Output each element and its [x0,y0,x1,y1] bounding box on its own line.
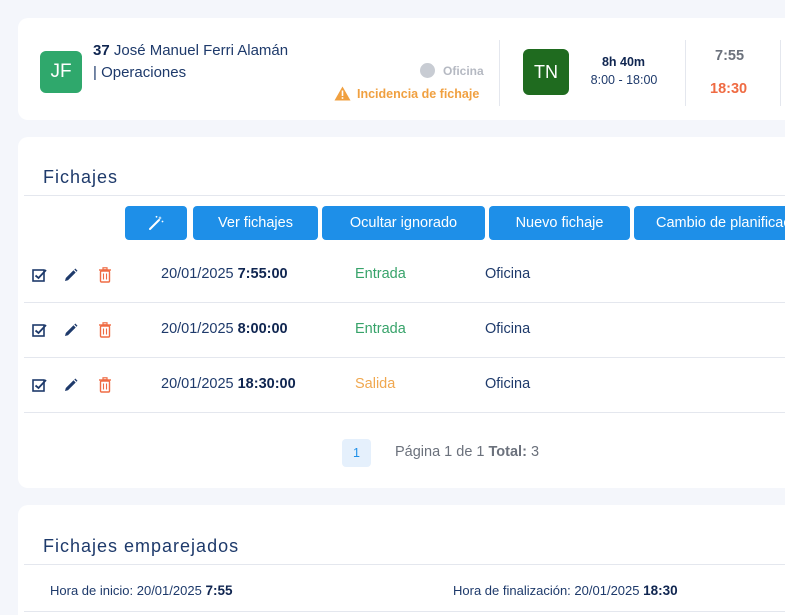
trash-icon[interactable] [96,266,114,284]
fichaje-location: Oficina [485,321,531,337]
planning-change-button[interactable]: Cambio de planificación [634,206,785,240]
employee-name-block: 37 José Manuel Ferri Alamán | Operacione… [93,40,333,84]
shift-hours: 8h 40m [601,55,646,69]
hide-ignored-button[interactable]: Ocultar ignorado [322,206,485,240]
fichaje-datetime: 20/01/2025 18:30:00 [161,376,296,392]
divider [685,40,686,106]
edit-icon[interactable] [61,266,79,284]
status-dot-icon [420,63,435,78]
incident-warning[interactable]: Incidencia de fichaje [334,86,479,101]
new-fichaje-button[interactable]: Nuevo fichaje [489,206,630,240]
divider [24,611,785,612]
time-in: 7:55 [715,48,745,64]
divider [24,564,785,565]
check-icon[interactable] [30,266,48,284]
shift-range: 8:00 - 18:00 [590,73,658,87]
employee-name[interactable]: José Manuel Ferri Alamán [114,42,288,59]
location-status-label: Oficina [443,63,484,78]
employee-header-card: JF 37 José Manuel Ferri Alamán | Operaci… [18,18,785,120]
employee-number: 37 [93,42,110,59]
fichaje-type: Salida [355,376,396,392]
magic-wand-button[interactable] [125,206,187,240]
fichaje-datetime: 20/01/2025 8:00:00 [161,321,288,337]
edit-icon[interactable] [61,321,79,339]
fichaje-type: Entrada [355,321,406,337]
pair-end-time: Hora de finalización: 20/01/2025 18:30 [453,583,678,598]
fichaje-datetime: 20/01/2025 7:55:00 [161,266,288,282]
incident-label: Incidencia de fichaje [357,86,480,101]
check-icon[interactable] [30,321,48,339]
fichajes-emparejados-card: Fichajes emparejados Hora de inicio: 20/… [18,505,785,615]
trash-icon[interactable] [96,321,114,339]
table-row: 20/01/2025 8:00:00 Entrada Oficina [24,304,785,358]
fichaje-location: Oficina [485,376,531,392]
warning-icon [334,86,351,101]
magic-wand-icon [149,215,164,230]
location-status: Oficina [420,63,484,78]
edit-icon[interactable] [61,376,79,394]
table-row: 20/01/2025 7:55:00 Entrada Oficina [24,249,785,303]
pagination-page-button[interactable]: 1 [342,439,371,467]
section-title: Fichajes [43,167,119,187]
fichaje-location: Oficina [485,266,531,282]
divider [24,195,785,196]
divider [780,40,781,106]
check-icon[interactable] [30,376,48,394]
fichaje-type: Entrada [355,266,406,282]
shift-badge: TN [523,49,569,95]
view-fichajes-button[interactable]: Ver fichajes [193,206,318,240]
pair-start-time: Hora de inicio: 20/01/2025 7:55 [50,583,233,598]
pagination-info: Página 1 de 1 Total: 3 [395,444,540,460]
table-row: 20/01/2025 18:30:00 Salida Oficina [24,359,785,413]
trash-icon[interactable] [96,376,114,394]
fichajes-card: Fichajes Ver fichajes Ocultar ignorado N… [18,137,785,488]
employee-department: | Operaciones [93,64,187,81]
section-title: Fichajes emparejados [43,536,240,556]
divider [499,40,500,106]
time-out: 18:30 [710,81,748,97]
employee-avatar: JF [40,51,82,93]
